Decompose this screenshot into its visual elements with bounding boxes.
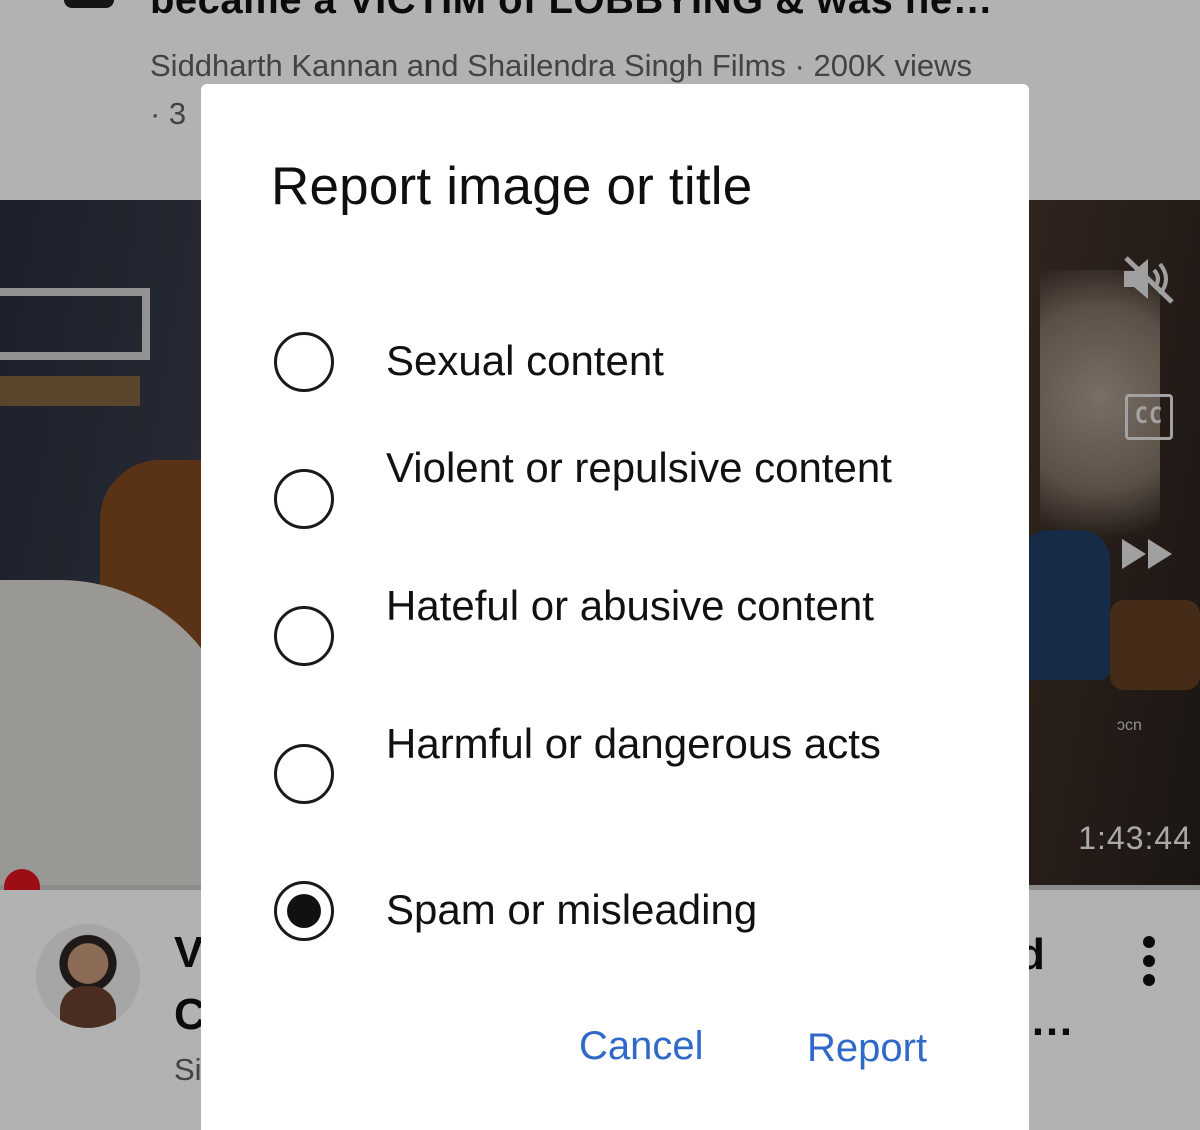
option-label: Sexual content <box>386 337 664 384</box>
option-label: Harmful or dangerous acts <box>386 720 881 767</box>
radio-button-selected[interactable] <box>274 881 334 941</box>
report-dialog: Report image or title Sexual content Vio… <box>201 84 1029 1130</box>
dialog-actions: Cancel Report <box>201 1024 1029 1094</box>
report-button[interactable]: Report <box>807 1026 927 1071</box>
radio-button[interactable] <box>274 469 334 529</box>
page: became a VICTIM of LOBBYING & was he… Si… <box>0 0 1200 1130</box>
radio-button[interactable] <box>274 744 334 804</box>
option-label: Violent or repulsive content <box>386 444 892 491</box>
dialog-title: Report image or title <box>271 157 753 216</box>
option-label: Hateful or abusive content <box>386 582 874 629</box>
radio-button[interactable] <box>274 606 334 666</box>
radio-button[interactable] <box>274 332 334 392</box>
option-label: Spam or misleading <box>386 886 758 933</box>
cancel-button[interactable]: Cancel <box>579 1024 704 1069</box>
